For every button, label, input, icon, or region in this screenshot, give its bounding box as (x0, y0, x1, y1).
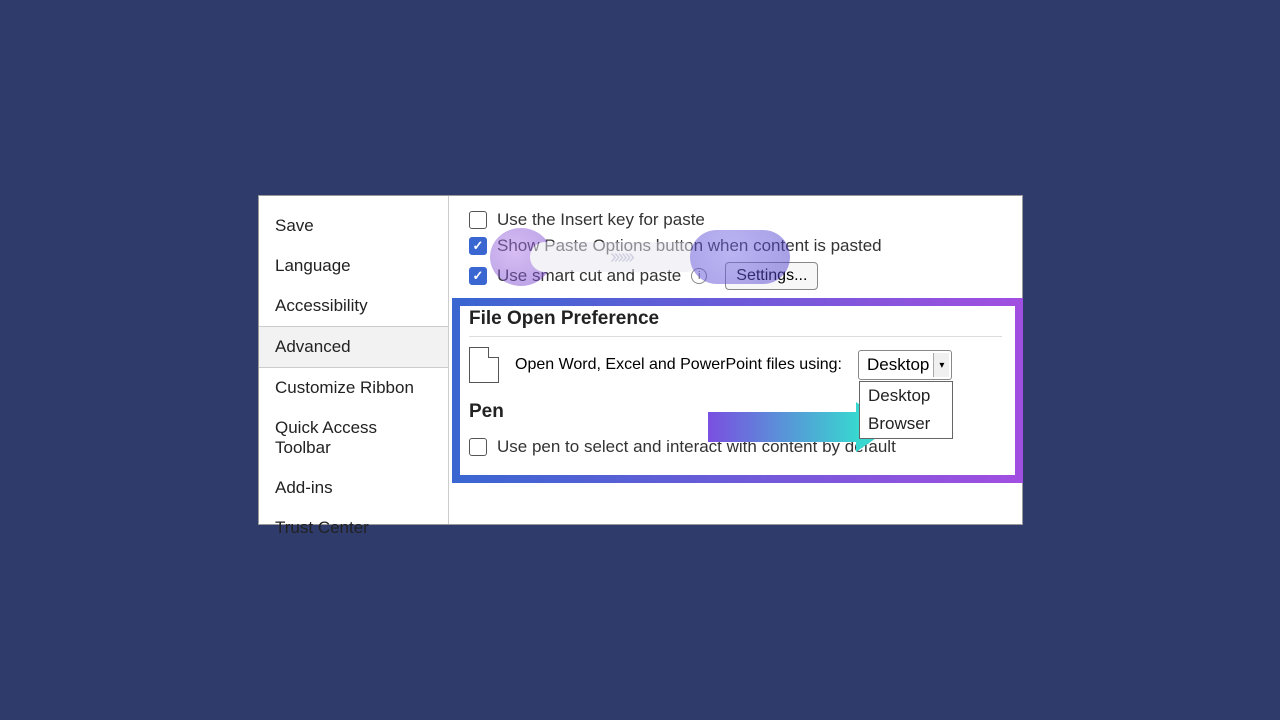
sidebar-item-language[interactable]: Language (259, 246, 448, 286)
sidebar-item-customize-ribbon[interactable]: Customize Ribbon (259, 368, 448, 408)
open-files-row: Open Word, Excel and PowerPoint files us… (469, 347, 1002, 383)
smart-cut-paste-row: ✓ Use smart cut and paste i Settings... (469, 262, 1002, 290)
sidebar-item-add-ins[interactable]: Add-ins (259, 468, 448, 508)
insert-key-label: Use the Insert key for paste (497, 210, 705, 230)
file-icon (469, 347, 499, 383)
pen-checkbox[interactable] (469, 438, 487, 456)
paste-options-row: ✓ Show Paste Options button when content… (469, 236, 1002, 256)
pen-checkbox-label: Use pen to select and interact with cont… (497, 437, 896, 457)
file-open-dropdown-menu: Desktop Browser (859, 381, 953, 439)
sidebar-item-accessibility[interactable]: Accessibility (259, 286, 448, 326)
sidebar-item-advanced[interactable]: Advanced (259, 326, 448, 368)
smart-cut-paste-label: Use smart cut and paste (497, 266, 681, 286)
file-open-preference-title: File Open Preference (469, 308, 1002, 337)
insert-key-checkbox[interactable] (469, 211, 487, 229)
sidebar-item-save[interactable]: Save (259, 206, 448, 246)
sidebar-item-quick-access-toolbar[interactable]: Quick Access Toolbar (259, 408, 448, 468)
settings-button[interactable]: Settings... (725, 262, 818, 290)
insert-key-row: Use the Insert key for paste (469, 210, 1002, 230)
dropdown-selected: Desktop (867, 355, 929, 374)
dropdown-option-desktop[interactable]: Desktop (860, 382, 952, 410)
smart-cut-paste-checkbox[interactable]: ✓ (469, 267, 487, 285)
options-content: Use the Insert key for paste ✓ Show Past… (449, 196, 1022, 524)
pen-checkbox-row: Use pen to select and interact with cont… (469, 437, 1002, 457)
file-open-dropdown[interactable]: Desktop ▾ Desktop Browser (858, 350, 952, 380)
open-files-label: Open Word, Excel and PowerPoint files us… (515, 356, 842, 374)
dropdown-option-browser[interactable]: Browser (860, 410, 952, 438)
chevron-down-icon: ▾ (933, 353, 949, 377)
paste-options-label: Show Paste Options button when content i… (497, 236, 882, 256)
info-icon[interactable]: i (691, 268, 707, 284)
options-sidebar: Save Language Accessibility Advanced Cus… (259, 196, 449, 524)
paste-options-checkbox[interactable]: ✓ (469, 237, 487, 255)
options-dialog: Save Language Accessibility Advanced Cus… (258, 195, 1023, 525)
sidebar-item-trust-center[interactable]: Trust Center (259, 508, 448, 548)
